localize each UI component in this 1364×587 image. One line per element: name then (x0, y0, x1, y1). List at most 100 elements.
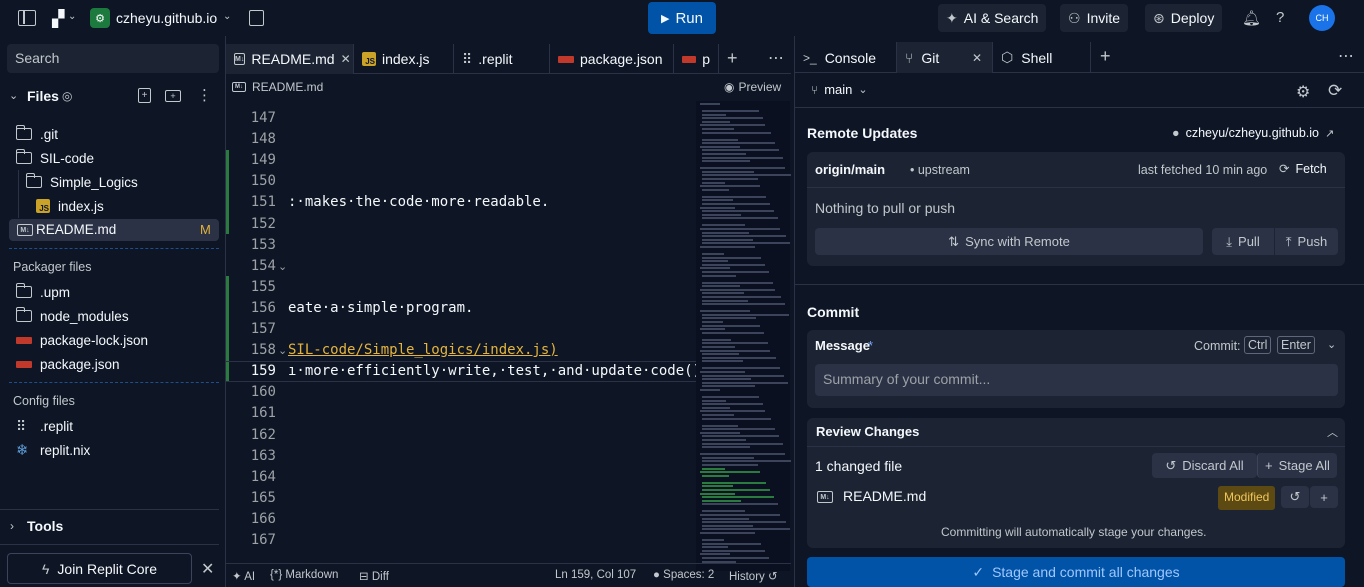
refresh-icon[interactable]: ⟳ (1328, 81, 1342, 101)
workspace-icon[interactable] (249, 10, 264, 26)
tab-shell[interactable]: ⬡ Shell (993, 42, 1091, 73)
branch-selector[interactable]: ⑂ main ⌄ (811, 82, 868, 97)
history-button[interactable]: History ↺ (729, 569, 778, 583)
code-line[interactable]: ı·more·efficiently·write,·test,·and·upda… (288, 363, 696, 379)
discard-all-button[interactable]: ↺ Discard All (1152, 453, 1257, 478)
tree-item-readme[interactable]: M↓ README.md M (9, 219, 219, 241)
changed-count: 1 changed file (815, 458, 903, 474)
folder-open-icon (25, 173, 42, 188)
tab-package-json[interactable]: package.json (550, 44, 674, 74)
diff-status[interactable]: ⊟ Diff (359, 569, 389, 583)
tree-item-upm[interactable]: .upm (15, 280, 70, 304)
tree-item-replit[interactable]: ⠿ .replit (16, 414, 73, 438)
gear-icon[interactable]: ⚙ (1296, 82, 1310, 102)
tree-item-simple-logics[interactable]: Simple_Logics (25, 170, 138, 194)
sidebar-toggle-icon[interactable] (18, 10, 36, 26)
tree-item-node-modules[interactable]: node_modules (15, 304, 129, 328)
tools-label[interactable]: Tools (27, 518, 63, 534)
join-replit-core-button[interactable]: ϟ Join Replit Core (7, 553, 192, 584)
changed-file-name[interactable]: README.md (843, 488, 926, 504)
commit-title: Commit (807, 304, 860, 320)
breadcrumb[interactable]: M↓ README.md (232, 80, 323, 94)
more-icon[interactable]: ⋯ (768, 48, 784, 68)
code-line[interactable]: SIL-code/Simple_logics/index.js) (288, 342, 558, 358)
minimap-line (702, 299, 748, 302)
tree-item-index-js[interactable]: JS index.js (36, 194, 104, 218)
close-icon[interactable]: ✕ (972, 51, 982, 65)
code-line[interactable]: eate·a·simple·program. (288, 300, 473, 316)
tab-index-js[interactable]: JS index.js (354, 44, 454, 74)
tab-console[interactable]: >_ Console (795, 42, 897, 73)
repo-link[interactable]: ● czheyu/czheyu.github.io ↗ (1172, 126, 1334, 140)
replit-logo-icon[interactable]: ▞ (52, 9, 64, 29)
tab-label: Shell (1021, 49, 1053, 66)
chevron-up-icon[interactable]: ︿ (1327, 424, 1338, 440)
line-number: 161 (250, 405, 276, 422)
run-button[interactable]: ▶ Run (648, 2, 716, 34)
preview-button[interactable]: ◉ Preview (724, 80, 781, 94)
spaces-label: Spaces: 2 (663, 569, 715, 581)
fold-chevron-icon[interactable]: ⌄ (278, 344, 287, 357)
tab-readme[interactable]: M↓ README.md ✕ (226, 44, 354, 74)
cursor-position[interactable]: Ln 159, Col 107 (555, 569, 636, 581)
ai-status[interactable]: ✦ AI (232, 569, 255, 583)
help-icon[interactable]: ? (1276, 9, 1284, 26)
tree-item-git[interactable]: .git (15, 122, 58, 146)
minimap-line (702, 342, 768, 345)
repl-name[interactable]: czheyu.github.io (116, 10, 217, 26)
divider (9, 382, 219, 383)
fetch-button[interactable]: ⟳ Fetch (1279, 161, 1327, 177)
sync-with-remote-button[interactable]: ⇅ Sync with Remote (815, 228, 1203, 255)
stage-and-commit-button[interactable]: ✓ Stage and commit all changes (807, 557, 1345, 587)
line-number: 153 (250, 236, 276, 253)
avatar[interactable]: CH (1309, 5, 1335, 31)
tree-item-package-lock[interactable]: package-lock.json (16, 328, 148, 352)
pull-button[interactable]: ⤓ Pull (1212, 228, 1274, 255)
close-icon[interactable]: ✕ (341, 52, 351, 66)
minimap-line (702, 156, 783, 159)
close-icon[interactable]: ✕ (201, 559, 214, 579)
spaces-status[interactable]: ● Spaces: 2 (653, 569, 714, 581)
minimap-line (700, 453, 785, 456)
stage-file-button[interactable]: + (1310, 486, 1338, 508)
search-input[interactable]: Search (7, 44, 219, 73)
chevron-right-icon[interactable]: › (10, 519, 14, 533)
chevron-down-icon[interactable]: ⌄ (1327, 338, 1336, 351)
tree-item-package-json[interactable]: package.json (16, 352, 120, 376)
tab-replit[interactable]: ⠿ .replit (454, 44, 550, 74)
minimap-line (702, 521, 786, 524)
language-status[interactable]: {*} Markdown (270, 569, 338, 581)
push-button[interactable]: ⤒ Push (1275, 228, 1338, 255)
invite-button[interactable]: ⚇ Invite (1060, 4, 1129, 32)
run-label: Run (675, 9, 703, 27)
more-icon[interactable]: ⋮ (197, 86, 212, 104)
minimap-line (700, 185, 760, 188)
chevron-down-icon[interactable]: ⌄ (68, 11, 76, 22)
chevron-down-icon[interactable]: ⌄ (223, 11, 231, 22)
fold-chevron-icon[interactable]: ⌄ (278, 260, 287, 273)
code-line[interactable]: :·makes·the·code·more·readable. (288, 194, 549, 210)
sparkle-icon: ✦ (946, 9, 958, 26)
ai-search-button[interactable]: ✦ AI & Search (938, 4, 1047, 32)
tab-git[interactable]: ⑂ Git ✕ (897, 42, 993, 73)
stage-all-button[interactable]: + Stage All (1257, 453, 1337, 478)
line-number: 166 (250, 510, 276, 527)
chevron-down-icon[interactable]: ⌄ (9, 89, 18, 102)
deploy-button[interactable]: ⊛ Deploy (1145, 4, 1223, 32)
minimap-line (702, 481, 766, 484)
add-tab-icon[interactable]: + (727, 48, 738, 69)
summary-input[interactable]: Summary of your commit... (815, 364, 1338, 396)
new-folder-icon[interactable]: + (165, 90, 181, 102)
minimap-line (702, 292, 744, 295)
tree-item-sil-code[interactable]: SIL-code (15, 146, 94, 170)
discard-file-button[interactable]: ↺ (1281, 486, 1309, 508)
tree-item-replit-nix[interactable]: ❄ replit.nix (16, 438, 90, 462)
tab-overflow[interactable]: p (674, 44, 719, 74)
more-icon[interactable]: ⋯ (1338, 46, 1354, 66)
bell-icon[interactable]: 🔔︎ (1242, 9, 1261, 27)
check-circle-icon[interactable]: ◎ (62, 89, 72, 103)
add-tab-icon[interactable]: + (1100, 46, 1111, 67)
code-area[interactable]: 147 148 149 150 151:·makes·the·code·more·rea… (226, 100, 696, 562)
minimap[interactable] (696, 101, 791, 571)
new-file-icon[interactable]: + (138, 88, 151, 103)
